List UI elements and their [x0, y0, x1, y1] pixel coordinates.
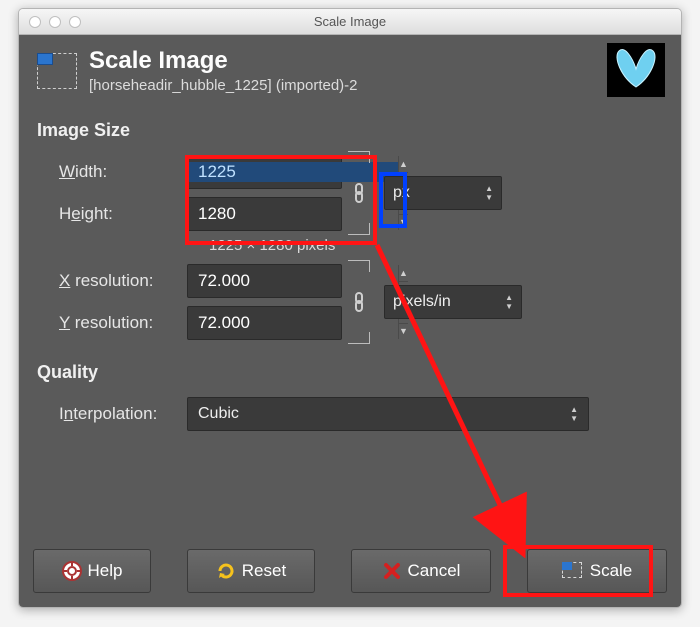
chain-link-icon [352, 180, 366, 206]
cancel-label: Cancel [408, 561, 461, 581]
quality-section: Quality [37, 362, 663, 383]
width-input[interactable]: ▲▼ [187, 155, 342, 189]
height-label: Height: [37, 204, 187, 224]
interpolation-label: Interpolation: [37, 404, 187, 424]
dialog-title: Scale Image [89, 49, 358, 73]
res-unit-value: pixels/in [393, 293, 451, 311]
width-label: Width: [37, 162, 187, 182]
chain-link-icon [352, 289, 366, 315]
app-logo [607, 43, 665, 97]
xres-label: X resolution: [37, 271, 187, 291]
reset-icon [216, 561, 236, 581]
window-close-button[interactable] [29, 16, 41, 28]
size-unit-select[interactable]: px ▲▼ [384, 176, 502, 210]
help-label: Help [88, 561, 123, 581]
height-input[interactable]: ▲▼ [187, 197, 342, 231]
scale-label: Scale [590, 561, 633, 581]
help-button[interactable]: Help [33, 549, 151, 593]
window-minimize-button[interactable] [49, 16, 61, 28]
xres-input[interactable]: ▲▼ [187, 264, 342, 298]
scale-small-icon [562, 562, 584, 580]
size-hint: 1225 × 1280 pixels [37, 237, 663, 254]
scale-button[interactable]: Scale [527, 549, 667, 593]
reset-button[interactable]: Reset [187, 549, 315, 593]
res-link-toggle[interactable] [348, 260, 370, 344]
image-size-section: Image Size [37, 120, 663, 141]
window-zoom-button[interactable] [69, 16, 81, 28]
scale-image-dialog: Scale Image Scale Image [horseheadir_hub… [18, 8, 682, 608]
size-link-toggle[interactable] [348, 151, 370, 235]
titlebar: Scale Image [19, 9, 681, 35]
yres-label: Y resolution: [37, 313, 187, 333]
cancel-button[interactable]: Cancel [351, 549, 491, 593]
lifebuoy-icon [62, 561, 82, 581]
res-unit-select[interactable]: pixels/in ▲▼ [384, 285, 522, 319]
dialog-content: Scale Image [horseheadir_hubble_1225] (i… [19, 35, 681, 607]
chevron-updown-icon: ▲▼ [570, 405, 578, 423]
interpolation-select[interactable]: Cubic ▲▼ [187, 397, 589, 431]
window-title: Scale Image [19, 14, 681, 29]
scale-icon [37, 53, 79, 91]
cancel-icon [382, 561, 402, 581]
chevron-updown-icon: ▲▼ [505, 293, 513, 311]
reset-label: Reset [242, 561, 286, 581]
size-unit-value: px [393, 184, 410, 202]
interpolation-value: Cubic [198, 405, 239, 423]
dialog-subtitle: [horseheadir_hubble_1225] (imported)-2 [89, 77, 358, 94]
yres-input[interactable]: ▲▼ [187, 306, 342, 340]
chevron-updown-icon: ▲▼ [485, 184, 493, 202]
